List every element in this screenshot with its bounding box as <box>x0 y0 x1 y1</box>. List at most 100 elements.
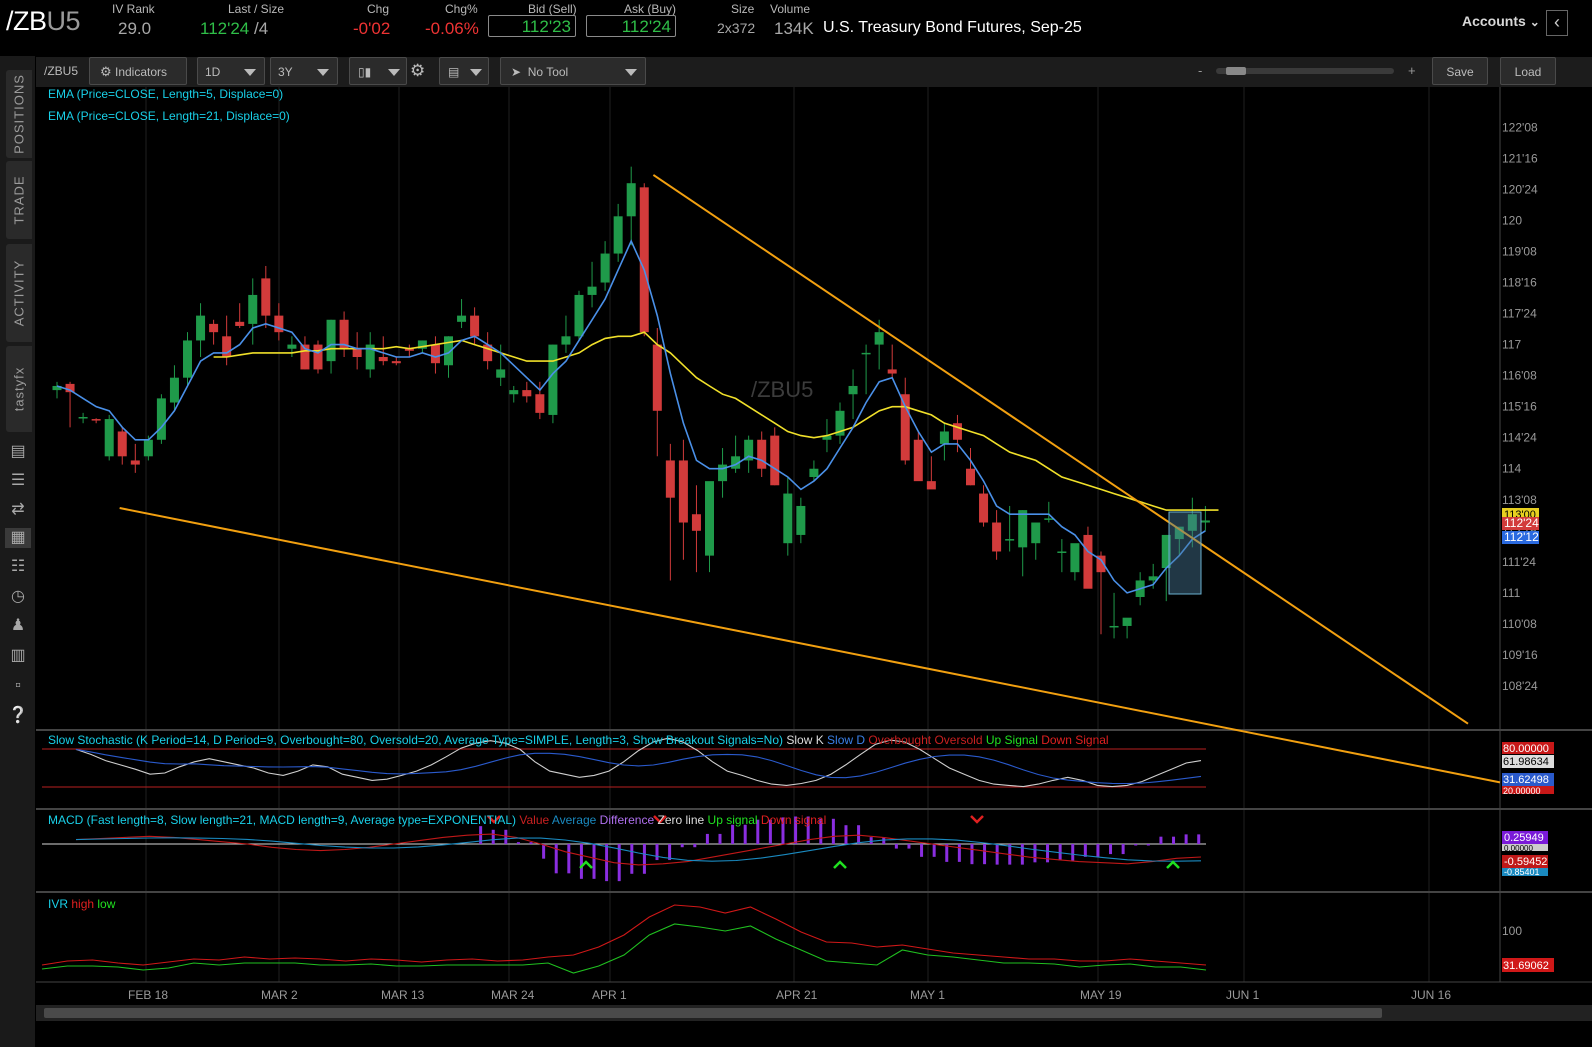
load-button[interactable]: Load <box>1500 57 1556 85</box>
candle-body[interactable] <box>222 336 232 357</box>
candle-body[interactable] <box>652 344 662 411</box>
candle-body[interactable] <box>326 319 336 362</box>
candle-body[interactable] <box>535 394 545 413</box>
candle-body[interactable] <box>548 344 558 415</box>
zoom-slider-thumb[interactable] <box>1226 67 1246 75</box>
candle-body[interactable] <box>848 385 858 395</box>
candle-body[interactable] <box>1018 510 1028 548</box>
grid-icon[interactable]: ☷ <box>8 557 28 577</box>
stoch-label[interactable]: Slow Stochastic (K Period=14, D Period=9… <box>48 733 783 747</box>
help-icon[interactable]: ❔ <box>8 706 28 726</box>
candle-body[interactable] <box>796 505 806 535</box>
candle-body[interactable] <box>966 468 975 486</box>
candle-body[interactable] <box>626 183 636 217</box>
candle-body[interactable] <box>196 315 206 341</box>
candle-body[interactable] <box>1031 522 1041 544</box>
symbol-label[interactable]: /ZBU5 <box>6 6 81 37</box>
candle-body[interactable] <box>287 344 297 349</box>
candle-body[interactable] <box>457 315 467 322</box>
candle-body[interactable] <box>156 398 166 440</box>
candle-body[interactable] <box>209 323 219 333</box>
timeframe-select[interactable]: 3Y <box>270 57 338 85</box>
zoom-in-button[interactable]: + <box>1408 63 1416 78</box>
candle-body[interactable] <box>1122 617 1132 626</box>
candle-body[interactable] <box>992 522 1002 552</box>
tab-tastyfx[interactable]: tastyfx <box>6 346 32 432</box>
bid-button[interactable]: 112'23 <box>488 15 576 37</box>
candle-body[interactable] <box>705 481 714 556</box>
candle-body[interactable] <box>1083 534 1093 589</box>
flow-icon[interactable]: ⇄ <box>8 500 28 520</box>
candle-body[interactable] <box>235 321 245 326</box>
chart-canvas[interactable]: /ZBU5 122'08 121'16 120'24 120 119'08 118'16 1… <box>36 87 1592 1023</box>
collapse-left-icon[interactable]: ‹ <box>1546 10 1568 36</box>
candle-body[interactable] <box>470 315 480 337</box>
people-icon[interactable]: ♟ <box>8 616 28 636</box>
candle-body[interactable] <box>900 394 910 461</box>
tab-activity[interactable]: ACTIVITY <box>6 244 32 342</box>
candle-body[interactable] <box>430 344 440 364</box>
macd-label[interactable]: MACD (Fast length=8, Slow length=21, MAC… <box>48 813 516 827</box>
candle-body[interactable] <box>130 460 140 465</box>
tab-trade[interactable]: TRADE <box>6 161 32 239</box>
news-icon[interactable]: ▤ <box>8 442 28 462</box>
drawing-style-select[interactable]: ▤ <box>439 57 489 85</box>
candle-body[interactable] <box>939 431 949 444</box>
accounts-dropdown[interactable]: Accounts ⌄ <box>1462 13 1540 29</box>
candle-body[interactable] <box>587 286 597 295</box>
candle-body[interactable] <box>104 419 114 457</box>
candle-body[interactable] <box>639 187 649 333</box>
scrollbar-thumb[interactable] <box>44 1008 1382 1018</box>
zoom-out-button[interactable]: - <box>1198 63 1202 78</box>
ivr-label[interactable]: IVR <box>48 897 68 911</box>
candle-body[interactable] <box>874 332 884 345</box>
candle-body[interactable] <box>378 357 388 362</box>
candle-body[interactable] <box>861 352 871 355</box>
candle-body[interactable] <box>509 390 519 395</box>
tool-select[interactable]: ➤ No Tool <box>500 57 646 85</box>
chart-style-select[interactable]: ▯▮ <box>349 57 407 85</box>
list-icon[interactable]: ☰ <box>8 471 28 491</box>
candle-body[interactable] <box>352 348 362 357</box>
candle-body[interactable] <box>1200 520 1210 523</box>
candle-body[interactable] <box>887 369 897 374</box>
candle-body[interactable] <box>496 369 506 378</box>
candle-body[interactable] <box>391 361 401 364</box>
candle-body[interactable] <box>561 336 571 345</box>
candle-body[interactable] <box>261 278 271 316</box>
candle-body[interactable] <box>926 481 936 490</box>
candle-body[interactable] <box>783 493 793 544</box>
ask-button[interactable]: 112'24 <box>586 15 676 37</box>
candle-body[interactable] <box>91 419 101 421</box>
candle-body[interactable] <box>1109 625 1119 628</box>
chart-symbol[interactable]: /ZBU5 <box>44 64 78 78</box>
candle-body[interactable] <box>600 253 610 283</box>
candle-body[interactable] <box>757 439 767 469</box>
candle-body[interactable] <box>1070 543 1080 573</box>
aggregation-select[interactable]: 1D <box>197 57 265 85</box>
candle-body[interactable] <box>1057 551 1067 553</box>
candle-body[interactable] <box>117 431 127 457</box>
candle-body[interactable] <box>169 377 179 403</box>
candle-body[interactable] <box>1005 539 1015 541</box>
candle-body[interactable] <box>78 417 88 419</box>
candle-body[interactable] <box>1044 518 1054 520</box>
ema5-label[interactable]: EMA (Price=CLOSE, Length=5, Displace=0) <box>48 87 283 101</box>
gauge-icon[interactable]: ◷ <box>8 587 28 607</box>
candle-body[interactable] <box>691 514 701 531</box>
candle-body[interactable] <box>313 344 323 370</box>
selection-box[interactable] <box>1168 511 1202 595</box>
candle-body[interactable] <box>574 294 584 337</box>
candle-body[interactable] <box>809 468 819 477</box>
candle-body[interactable] <box>913 439 923 482</box>
candle-body[interactable] <box>678 460 688 523</box>
zoom-slider[interactable] <box>1216 67 1394 75</box>
candle-body[interactable] <box>248 294 258 324</box>
candle-body[interactable] <box>522 390 532 397</box>
candle-body[interactable] <box>613 216 623 254</box>
save-button[interactable]: Save <box>1432 57 1488 85</box>
candle-body[interactable] <box>770 435 780 486</box>
tab-positions[interactable]: POSITIONS <box>6 70 32 158</box>
settings-icon[interactable]: ⚙ <box>410 61 425 81</box>
indicators-button[interactable]: ⚙ Indicators <box>89 57 187 85</box>
